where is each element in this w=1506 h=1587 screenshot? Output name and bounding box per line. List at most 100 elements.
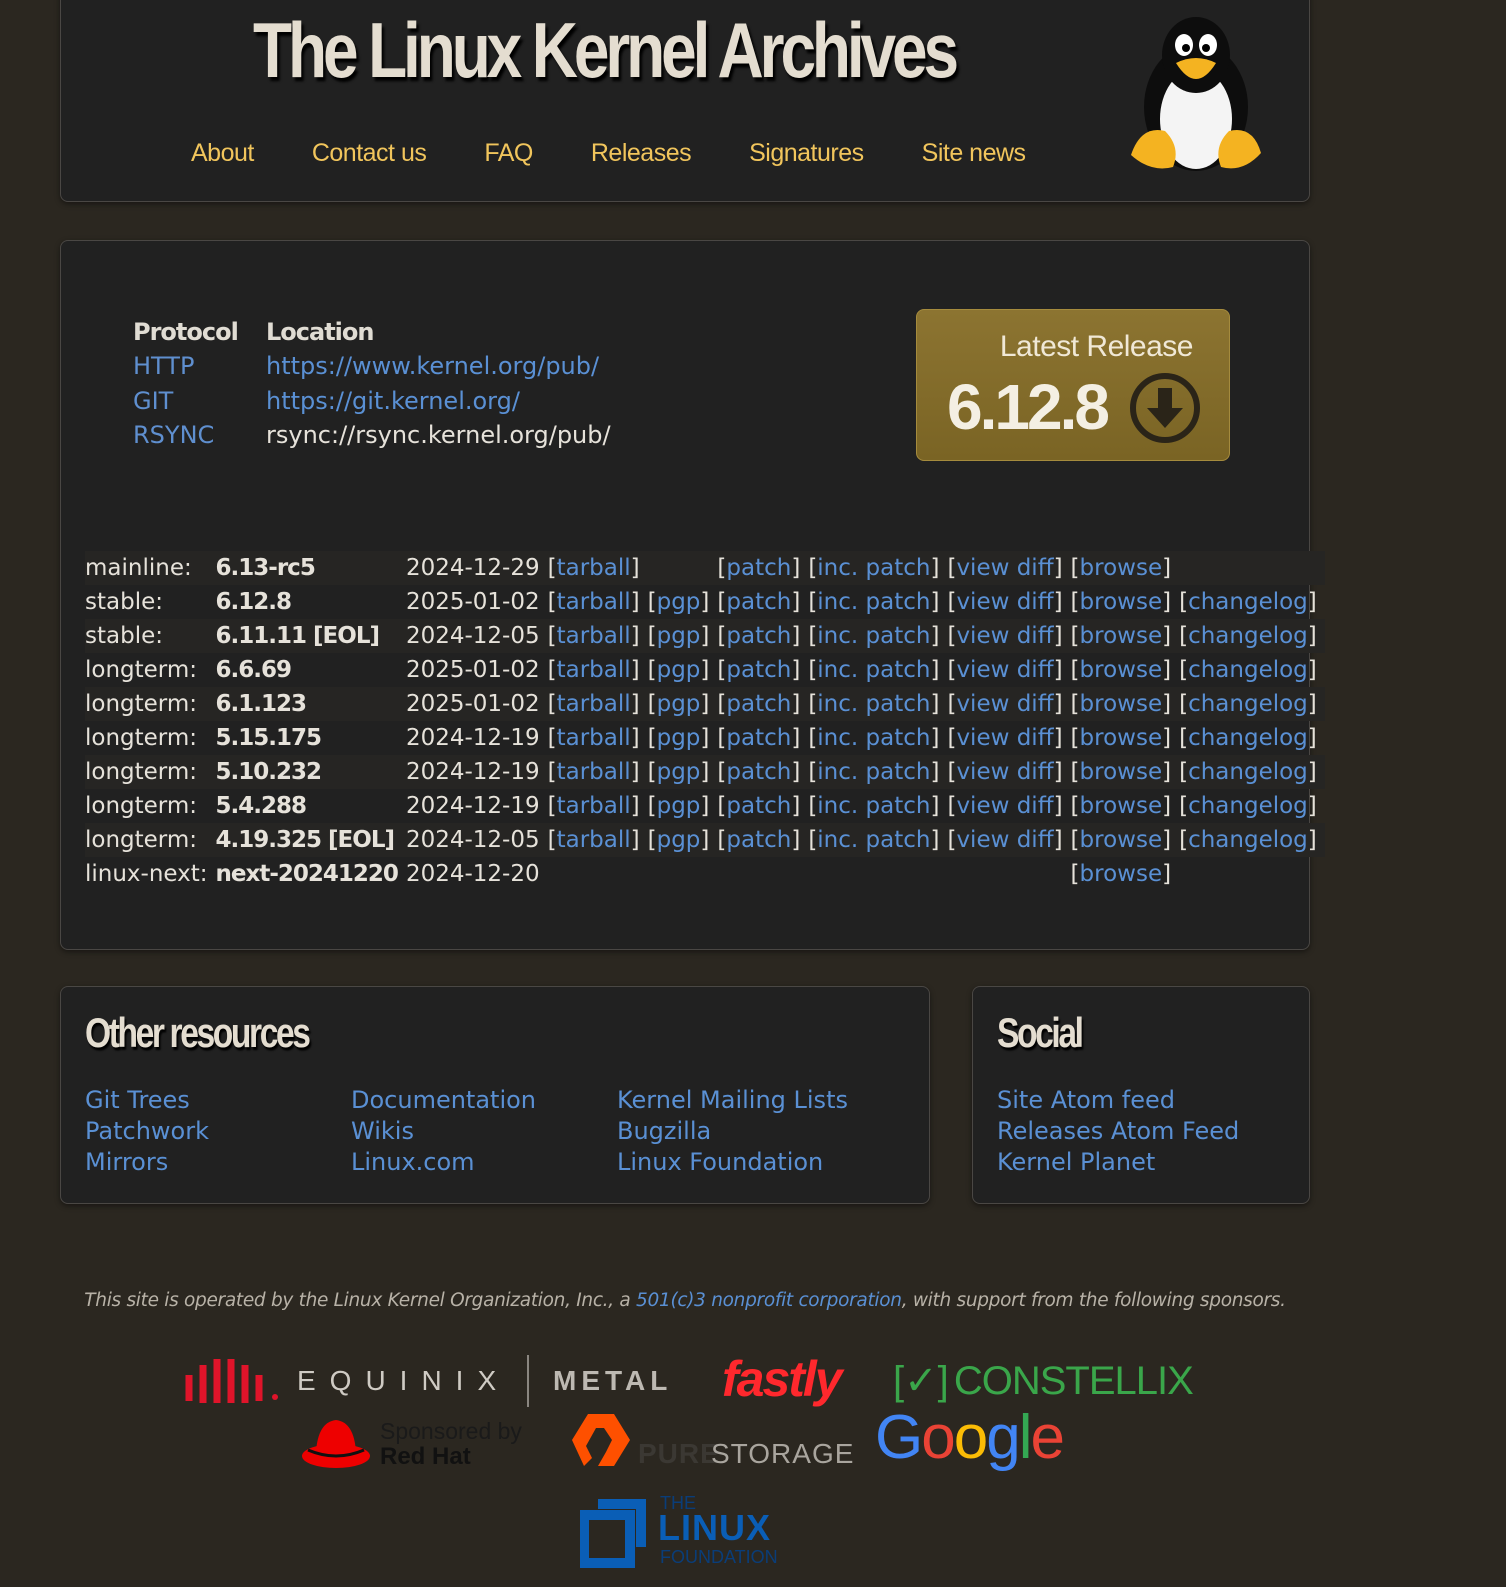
resource-git-trees[interactable]: Git Trees: [85, 1085, 209, 1116]
patch-link[interactable]: patch: [726, 793, 791, 819]
changelog-link[interactable]: changelog: [1188, 589, 1308, 615]
resource-linux-foundation[interactable]: Linux Foundation: [617, 1147, 848, 1178]
release-link-cell: [tarball]: [547, 755, 648, 789]
nav-about[interactable]: About: [191, 139, 254, 168]
inc-patch-link[interactable]: inc. patch: [817, 555, 930, 581]
pgp-link[interactable]: pgp: [657, 657, 701, 683]
sponsor-constellix[interactable]: [✓] CONSTELLIX: [893, 1358, 1194, 1404]
changelog-link[interactable]: changelog: [1188, 725, 1308, 751]
social-releases-atom-feed[interactable]: Releases Atom Feed: [997, 1116, 1239, 1147]
site-title[interactable]: The Linux Kernel Archives: [253, 5, 959, 96]
pgp-link[interactable]: pgp: [657, 691, 701, 717]
browse-link[interactable]: browse: [1080, 589, 1163, 615]
view-diff-link[interactable]: view diff: [956, 589, 1053, 615]
resource-kernel-mailing-lists[interactable]: Kernel Mailing Lists: [617, 1085, 848, 1116]
patch-link[interactable]: patch: [726, 657, 791, 683]
inc-patch-link[interactable]: inc. patch: [817, 589, 930, 615]
browse-link[interactable]: browse: [1080, 827, 1163, 853]
view-diff-link[interactable]: view diff: [956, 691, 1053, 717]
patch-link[interactable]: patch: [726, 623, 791, 649]
bracket: ]: [791, 759, 801, 785]
tarball-link[interactable]: tarball: [557, 793, 631, 819]
release-link-cell: [tarball]: [547, 551, 648, 585]
bracket: [: [1070, 861, 1080, 887]
release-link-cell: [pgp]: [647, 687, 718, 721]
changelog-link[interactable]: changelog: [1188, 691, 1308, 717]
changelog-link[interactable]: changelog: [1188, 623, 1308, 649]
inc-patch-link[interactable]: inc. patch: [817, 759, 930, 785]
tarball-link[interactable]: tarball: [557, 589, 631, 615]
view-diff-link[interactable]: view diff: [956, 725, 1053, 751]
changelog-link[interactable]: changelog: [1188, 759, 1308, 785]
tarball-link[interactable]: tarball: [557, 827, 631, 853]
bracket: ]: [1162, 793, 1172, 819]
browse-link[interactable]: browse: [1080, 657, 1163, 683]
nav-faq[interactable]: FAQ: [484, 139, 533, 168]
changelog-link[interactable]: changelog: [1188, 793, 1308, 819]
resource-patchwork[interactable]: Patchwork: [85, 1116, 209, 1147]
patch-link[interactable]: patch: [726, 759, 791, 785]
view-diff-link[interactable]: view diff: [956, 555, 1053, 581]
sponsor-fastly[interactable]: fastly: [722, 1350, 843, 1408]
sponsor-linux-foundation[interactable]: THE LINUX FOUNDATION: [580, 1493, 790, 1569]
view-diff-link[interactable]: view diff: [956, 623, 1053, 649]
release-date: 2024-12-19: [405, 755, 548, 789]
pgp-link[interactable]: pgp: [657, 725, 701, 751]
inc-patch-link[interactable]: inc. patch: [817, 725, 930, 751]
browse-link[interactable]: browse: [1080, 691, 1163, 717]
patch-link[interactable]: patch: [726, 725, 791, 751]
browse-link[interactable]: browse: [1080, 725, 1163, 751]
inc-patch-link[interactable]: inc. patch: [817, 623, 930, 649]
bracket: ]: [930, 657, 940, 683]
tarball-link[interactable]: tarball: [557, 657, 631, 683]
browse-link[interactable]: browse: [1080, 861, 1163, 887]
nonprofit-link[interactable]: 501(c)3 nonprofit corporation: [636, 1290, 902, 1311]
pgp-link[interactable]: pgp: [657, 589, 701, 615]
pgp-link[interactable]: pgp: [657, 827, 701, 853]
browse-link[interactable]: browse: [1080, 623, 1163, 649]
inc-patch-link[interactable]: inc. patch: [817, 691, 930, 717]
view-diff-link[interactable]: view diff: [956, 793, 1053, 819]
browse-link[interactable]: browse: [1080, 759, 1163, 785]
patch-link[interactable]: patch: [726, 691, 791, 717]
bracket: ]: [630, 623, 640, 649]
social-kernel-planet[interactable]: Kernel Planet: [997, 1147, 1239, 1178]
resource-bugzilla[interactable]: Bugzilla: [617, 1116, 848, 1147]
inc-patch-link[interactable]: inc. patch: [817, 827, 930, 853]
social-site-atom-feed[interactable]: Site Atom feed: [997, 1085, 1239, 1116]
tarball-link[interactable]: tarball: [557, 691, 631, 717]
pgp-link[interactable]: pgp: [657, 623, 701, 649]
pgp-link[interactable]: pgp: [657, 759, 701, 785]
resource-linux-com[interactable]: Linux.com: [351, 1147, 536, 1178]
view-diff-link[interactable]: view diff: [956, 657, 1053, 683]
tarball-link[interactable]: tarball: [557, 555, 631, 581]
patch-link[interactable]: patch: [726, 827, 791, 853]
nav-releases[interactable]: Releases: [591, 139, 692, 168]
protocol-location-link[interactable]: https://www.kernel.org/pub/: [266, 352, 599, 380]
nav-contact-us[interactable]: Contact us: [312, 139, 427, 168]
inc-patch-link[interactable]: inc. patch: [817, 793, 930, 819]
latest-release-button[interactable]: Latest Release 6.12.8: [916, 309, 1230, 461]
changelog-link[interactable]: changelog: [1188, 827, 1308, 853]
browse-link[interactable]: browse: [1080, 793, 1163, 819]
pgp-link[interactable]: pgp: [657, 793, 701, 819]
inc-patch-link[interactable]: inc. patch: [817, 657, 930, 683]
nav-site-news[interactable]: Site news: [922, 139, 1026, 168]
tarball-link[interactable]: tarball: [557, 759, 631, 785]
view-diff-link[interactable]: view diff: [956, 827, 1053, 853]
patch-link[interactable]: patch: [726, 555, 791, 581]
resource-wikis[interactable]: Wikis: [351, 1116, 536, 1147]
tarball-link[interactable]: tarball: [557, 725, 631, 751]
resource-mirrors[interactable]: Mirrors: [85, 1147, 209, 1178]
resource-documentation[interactable]: Documentation: [351, 1085, 536, 1116]
browse-link[interactable]: browse: [1080, 555, 1163, 581]
view-diff-link[interactable]: view diff: [956, 759, 1053, 785]
sponsor-google[interactable]: Google: [875, 1402, 1065, 1473]
release-row: longterm: 6.1.123 2025-01-02 [tarball] [pgp]…: [85, 687, 1325, 721]
nav-signatures[interactable]: Signatures: [749, 139, 864, 168]
changelog-link[interactable]: changelog: [1188, 657, 1308, 683]
tarball-link[interactable]: tarball: [557, 623, 631, 649]
patch-link[interactable]: patch: [726, 589, 791, 615]
protocol-location-link[interactable]: https://git.kernel.org/: [266, 387, 520, 415]
release-link-cell: [947, 857, 1070, 891]
